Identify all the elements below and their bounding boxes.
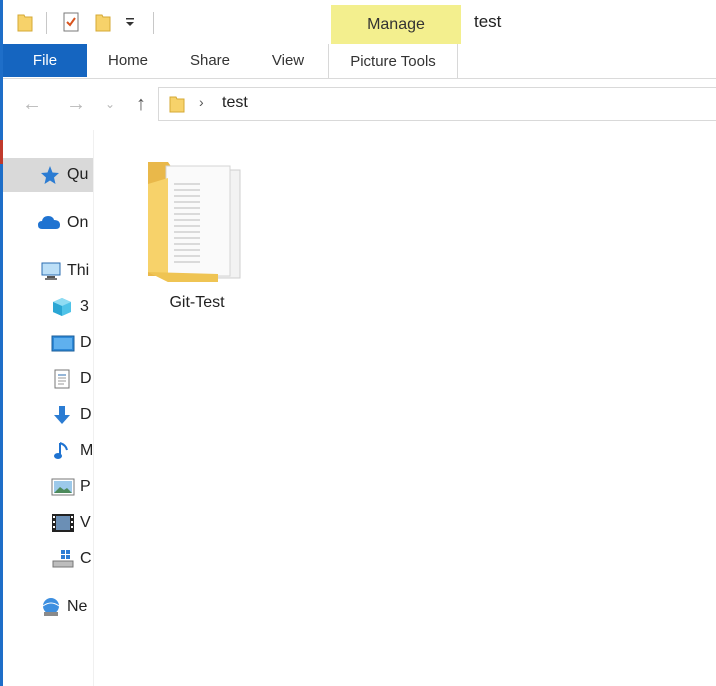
tab-view[interactable]: View xyxy=(253,44,323,77)
address-bar[interactable]: › test xyxy=(158,87,716,121)
tab-home-label: Home xyxy=(107,52,148,69)
nav-item-network[interactable]: Ne xyxy=(3,590,93,624)
new-folder-icon[interactable] xyxy=(93,10,113,34)
up-button[interactable]: ↑ xyxy=(129,91,153,117)
tab-file-label: File xyxy=(32,52,58,69)
folder-name: Git-Test xyxy=(169,294,225,311)
nav-item-local-disk[interactable]: C xyxy=(3,542,93,576)
nav-item-label: C xyxy=(80,550,92,567)
up-arrow-icon: ↑ xyxy=(136,92,146,115)
cloud-icon xyxy=(37,212,60,234)
manage-tab-label: Manage xyxy=(367,15,425,33)
nav-item-onedrive[interactable]: On xyxy=(3,206,93,240)
manage-context-tab[interactable]: Manage xyxy=(331,5,461,44)
properties-icon[interactable] xyxy=(61,10,81,34)
qat-separator xyxy=(153,12,154,34)
tab-picture-tools-label: Picture Tools xyxy=(350,52,436,70)
recent-locations-button[interactable]: ⌄ xyxy=(103,91,117,117)
file-list: Git-Test xyxy=(94,130,716,686)
nav-item-label: V xyxy=(80,514,91,531)
nav-item-label: D xyxy=(80,334,92,351)
computer-icon xyxy=(39,260,61,282)
customize-dropdown-icon[interactable] xyxy=(120,10,140,34)
nav-item-label: M xyxy=(80,442,94,459)
folder-icon[interactable] xyxy=(15,10,35,34)
nav-item-label: Qu xyxy=(67,166,89,183)
download-icon xyxy=(51,404,73,426)
breadcrumb-separator-icon[interactable]: › xyxy=(199,94,204,110)
breadcrumb-test[interactable]: test xyxy=(222,94,248,112)
folder-icon xyxy=(169,95,185,118)
chevron-down-icon: ⌄ xyxy=(104,97,116,111)
desktop-icon xyxy=(51,332,75,354)
tab-picture-tools[interactable]: Picture Tools xyxy=(328,44,458,78)
nav-item-pictures[interactable]: P xyxy=(3,470,93,504)
tab-view-label: View xyxy=(271,52,305,69)
tab-share-label: Share xyxy=(189,52,231,69)
tab-home[interactable]: Home xyxy=(91,44,165,77)
nav-item-label: 3 xyxy=(80,298,89,315)
nav-item-this-pc[interactable]: Thi xyxy=(3,254,93,288)
nav-item-3d-objects[interactable]: 3 xyxy=(3,290,93,324)
navigation-pane: Qu On Thi 3 D D D M P V C Ne xyxy=(3,130,94,686)
nav-item-label: Ne xyxy=(67,598,88,615)
document-icon xyxy=(51,368,73,390)
video-icon xyxy=(51,512,74,534)
ribbon-tabs: File Home Share View Picture Tools xyxy=(3,44,716,79)
nav-item-label: D xyxy=(80,370,92,387)
music-icon xyxy=(51,440,73,462)
nav-item-label: P xyxy=(80,478,91,495)
nav-item-label: Thi xyxy=(67,262,90,279)
folder-item[interactable]: Git-Test xyxy=(142,156,252,316)
tab-share[interactable]: Share xyxy=(173,44,247,77)
nav-item-quick-access[interactable]: Qu xyxy=(3,158,93,192)
star-icon xyxy=(39,164,61,186)
drive-icon xyxy=(51,548,74,570)
nav-item-downloads[interactable]: D xyxy=(3,398,93,432)
folder-large-icon xyxy=(148,162,241,282)
back-arrow-icon: ← xyxy=(22,92,42,115)
qat-separator xyxy=(46,12,47,34)
nav-item-label: D xyxy=(80,406,92,423)
nav-item-label: On xyxy=(67,214,89,231)
tab-file[interactable]: File xyxy=(3,44,87,77)
window-title: test xyxy=(474,12,502,31)
navigation-bar: ← → ⌄ ↑ › test xyxy=(3,79,716,129)
back-button[interactable]: ← xyxy=(19,91,45,117)
nav-item-videos[interactable]: V xyxy=(3,506,93,540)
forward-arrow-icon: → xyxy=(66,92,86,115)
cube-icon xyxy=(51,296,73,318)
nav-item-music[interactable]: M xyxy=(3,434,93,468)
nav-item-desktop[interactable]: D xyxy=(3,326,93,360)
nav-item-documents[interactable]: D xyxy=(3,362,93,396)
picture-icon xyxy=(51,476,75,498)
forward-button[interactable]: → xyxy=(63,91,89,117)
title-bar: Manage test xyxy=(3,0,716,44)
network-icon xyxy=(39,596,61,618)
